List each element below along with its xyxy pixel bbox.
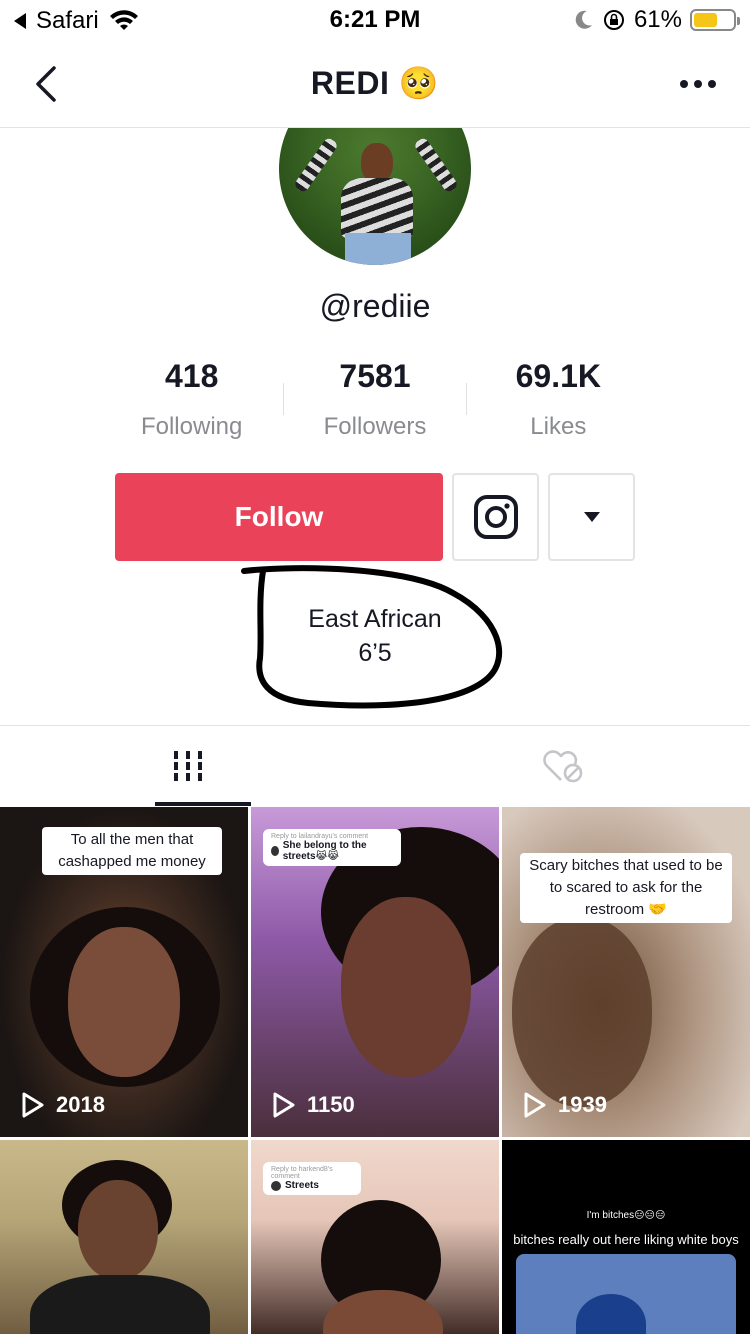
avatar-detail	[293, 136, 339, 194]
dot-icon	[680, 80, 688, 88]
stat-label: Following	[140, 413, 243, 440]
status-bar: Safari 6:21 PM 61%	[0, 0, 750, 40]
reply-text-row: Streets	[271, 1180, 353, 1191]
page-title: REDI 🥺	[310, 65, 440, 101]
reply-sticker: Reply to lailandrayu's comment She belon…	[263, 829, 401, 866]
bio-line: 6’5	[358, 639, 392, 667]
rotation-lock-icon	[603, 10, 624, 30]
avatar-detail	[413, 136, 459, 194]
thumbnail-detail	[512, 917, 652, 1107]
play-icon	[524, 1092, 546, 1118]
follow-button[interactable]: Follow	[115, 473, 443, 561]
divider	[283, 383, 285, 415]
battery-icon	[690, 9, 740, 31]
stat-followers[interactable]: 7581 Followers	[283, 358, 467, 448]
status-right: 61%	[566, 6, 740, 34]
play-icon	[273, 1092, 295, 1118]
view-count-value: 1150	[307, 1092, 355, 1117]
nav-bar: REDI 🥺	[0, 40, 750, 128]
video-thumbnail[interactable]: To all the men that cashapped me money 2…	[0, 807, 248, 1137]
avatar-detail	[341, 178, 413, 238]
thumbnail-detail	[68, 927, 180, 1077]
battery-level	[694, 13, 718, 27]
stat-value: 7581	[339, 358, 411, 394]
thumbnail-detail	[341, 897, 471, 1077]
stat-value: 418	[164, 358, 219, 394]
stat-likes[interactable]: 69.1K Likes	[467, 358, 650, 448]
battery-percent: 61%	[633, 6, 682, 33]
caret-down-icon	[583, 512, 600, 522]
dot-icon	[708, 80, 716, 88]
avatar-detail	[361, 143, 393, 183]
video-thumbnail[interactable]: Reply to harkend8's comment Streets	[251, 1140, 499, 1334]
hidden-heart-icon	[542, 750, 582, 783]
grid-icon	[173, 751, 202, 781]
thumbnail-detail	[30, 1275, 210, 1334]
video-thumbnail[interactable]: Scary bitches that used to be to scared …	[502, 807, 750, 1137]
reply-text: She belong to the streets😹😹	[282, 840, 367, 862]
view-count: 2018	[20, 1091, 105, 1119]
video-caption: Scary bitches that used to be to scared …	[520, 853, 732, 923]
video-caption: To all the men that cashapped me money	[42, 827, 222, 875]
view-count-value: 2018	[56, 1092, 105, 1117]
reply-header: Reply to lailandrayu's comment	[271, 833, 369, 840]
video-grid: To all the men that cashapped me money 2…	[0, 807, 750, 1334]
tab-videos[interactable]	[0, 726, 375, 806]
stat-label: Followers	[323, 413, 427, 440]
profile-tabs	[0, 725, 750, 807]
active-tab-indicator	[155, 802, 251, 806]
meme-subtitle: I'm bitches😑😑😑	[586, 1210, 666, 1221]
view-count: 1939	[522, 1091, 607, 1119]
avatar-detail	[345, 233, 411, 265]
commenter-avatar	[271, 846, 279, 856]
reply-text: Streets	[285, 1180, 319, 1191]
reply-sticker: Reply to harkend8's comment Streets	[263, 1162, 361, 1195]
video-thumbnail[interactable]	[0, 1140, 248, 1334]
moon-icon	[575, 10, 592, 29]
reply-header: Reply to harkend8's comment	[271, 1166, 333, 1180]
video-thumbnail[interactable]: I'm bitches😑😑😑 bitches really out here l…	[502, 1140, 750, 1334]
stat-value: 69.1K	[515, 358, 602, 394]
instagram-icon	[473, 495, 518, 539]
dot-icon	[694, 80, 702, 88]
profile-stats: 418 Following 7581 Followers 69.1K Likes	[100, 358, 650, 448]
tab-liked[interactable]	[375, 726, 750, 806]
view-count-value: 1939	[558, 1092, 607, 1117]
instagram-button[interactable]	[452, 473, 539, 561]
reply-text-row: She belong to the streets😹😹	[271, 840, 393, 862]
commenter-avatar	[271, 1180, 281, 1191]
video-thumbnail[interactable]: Reply to lailandrayu's comment She belon…	[251, 807, 499, 1137]
thumbnail-detail	[78, 1180, 158, 1280]
play-icon	[22, 1092, 44, 1118]
suggested-accounts-button[interactable]	[548, 473, 635, 561]
bio-line: East African	[308, 605, 442, 633]
meme-image	[516, 1254, 736, 1334]
stat-label: Likes	[530, 413, 587, 440]
more-options-button[interactable]	[674, 80, 716, 88]
meme-caption: bitches really out here liking white boy…	[513, 1232, 739, 1247]
bio: East African 6’5	[0, 602, 750, 670]
stat-following[interactable]: 418 Following	[100, 358, 283, 448]
view-count: 1150	[271, 1091, 355, 1119]
username: @rediie	[319, 288, 431, 324]
